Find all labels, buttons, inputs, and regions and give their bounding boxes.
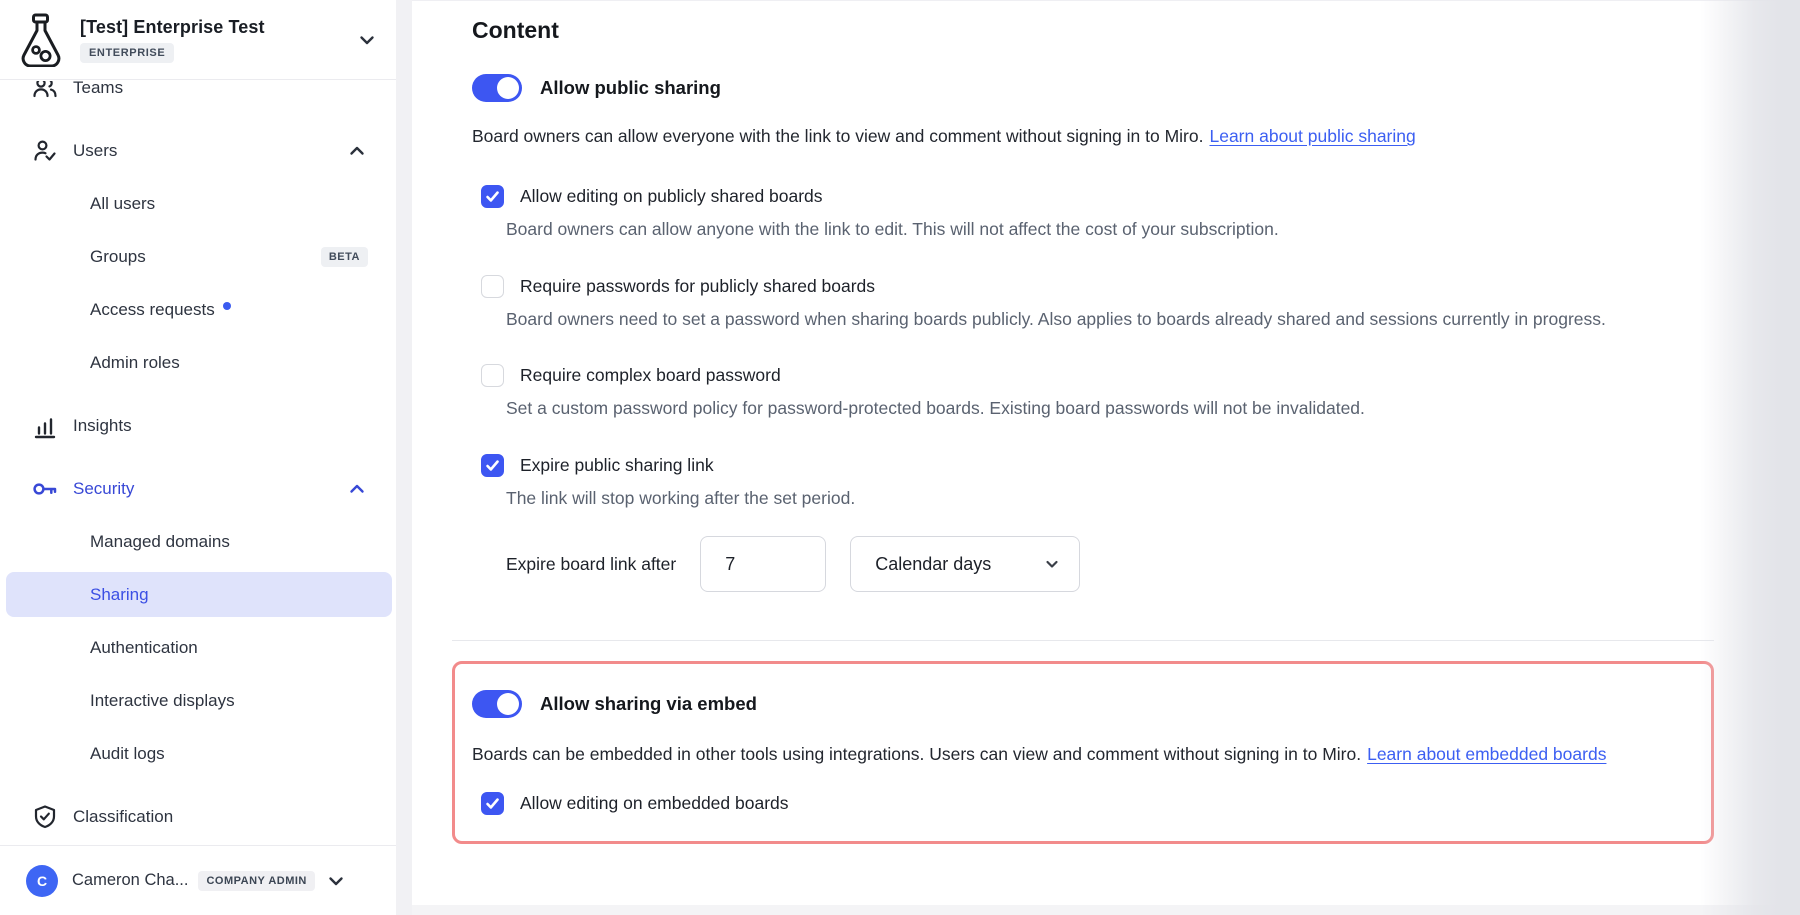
expire-value-input[interactable] [700, 536, 826, 592]
allow-editing-embedded-checkbox[interactable] [481, 792, 504, 815]
key-icon [32, 476, 58, 502]
check-icon [485, 458, 500, 473]
learn-about-public-sharing-link[interactable]: Learn about public sharing [1209, 126, 1415, 146]
toggle-knob [497, 77, 519, 99]
sidebar-nav: Teams Users All users Groups BETA Access… [0, 81, 396, 845]
learn-about-embedded-boards-link[interactable]: Learn about embedded boards [1367, 744, 1606, 764]
sidebar-item-authentication[interactable]: Authentication [0, 621, 396, 674]
org-name: [Test] Enterprise Test [80, 17, 356, 38]
teams-icon [32, 81, 58, 101]
bar-chart-icon [32, 413, 58, 439]
sidebar-item-admin-roles[interactable]: Admin roles [0, 336, 396, 389]
require-complex-password-checkbox[interactable] [481, 364, 504, 387]
expire-board-link-label: Expire board link after [506, 554, 676, 575]
chevron-down-icon[interactable] [325, 870, 347, 892]
sidebar-item-users[interactable]: Users [0, 124, 396, 177]
sidebar-item-groups[interactable]: Groups BETA [0, 230, 396, 283]
embed-description: Boards can be embedded in other tools us… [472, 742, 1691, 767]
embed-sharing-highlight-box: Allow sharing via embed Boards can be em… [452, 661, 1714, 843]
toggle-knob [497, 693, 519, 715]
sidebar-item-classification[interactable]: Classification [0, 790, 396, 843]
chevron-down-icon[interactable] [356, 29, 378, 51]
allow-public-sharing-toggle[interactable] [472, 74, 522, 102]
plan-badge: ENTERPRISE [80, 43, 174, 63]
option-allow-editing-public: Allow editing on publicly shared boards … [472, 185, 1800, 242]
user-menu[interactable]: C Cameron Cha... COMPANY ADMIN [0, 845, 396, 915]
option-expire-link: Expire public sharing link The link will… [472, 454, 1800, 593]
allow-embed-label: Allow sharing via embed [540, 693, 757, 715]
page-title: Content [472, 17, 1800, 44]
avatar: C [26, 865, 58, 897]
org-switcher[interactable]: [Test] Enterprise Test ENTERPRISE [0, 0, 396, 80]
beta-badge: BETA [321, 247, 368, 267]
sidebar-item-interactive-displays[interactable]: Interactive displays [0, 674, 396, 727]
option-require-complex-password: Require complex board password Set a cus… [472, 364, 1800, 421]
chevron-down-icon [1043, 555, 1061, 573]
sidebar-item-access-requests[interactable]: Access requests [0, 283, 396, 336]
allow-embed-toggle[interactable] [472, 690, 522, 718]
notification-dot [223, 302, 231, 310]
sidebar-item-insights[interactable]: Insights [0, 399, 396, 452]
next-section-edge [412, 905, 1800, 915]
sidebar-item-security[interactable]: Security [0, 462, 396, 515]
sidebar-item-managed-domains[interactable]: Managed domains [0, 515, 396, 568]
check-icon [485, 189, 500, 204]
require-passwords-checkbox[interactable] [481, 275, 504, 298]
user-check-icon [32, 138, 58, 164]
option-require-passwords: Require passwords for publicly shared bo… [472, 275, 1800, 332]
expire-unit-select[interactable]: Calendar days [850, 536, 1080, 592]
user-name: Cameron Cha... [72, 871, 188, 890]
option-allow-editing-embedded: Allow editing on embedded boards [472, 792, 1691, 815]
chevron-up-icon[interactable] [346, 140, 368, 162]
public-sharing-description: Board owners can allow everyone with the… [472, 124, 1800, 149]
flask-logo-icon [16, 13, 66, 67]
chevron-up-icon[interactable] [346, 478, 368, 500]
sidebar-item-audit-logs[interactable]: Audit logs [0, 727, 396, 780]
allow-public-sharing-label: Allow public sharing [540, 77, 721, 99]
sidebar-item-all-users[interactable]: All users [0, 177, 396, 230]
section-divider [452, 640, 1714, 641]
shield-check-icon [32, 804, 58, 830]
expire-link-checkbox[interactable] [481, 454, 504, 477]
sidebar: [Test] Enterprise Test ENTERPRISE Teams … [0, 0, 396, 915]
sidebar-item-sharing[interactable]: Sharing [6, 572, 392, 617]
check-icon [485, 796, 500, 811]
allow-editing-public-checkbox[interactable] [481, 185, 504, 208]
sidebar-item-teams[interactable]: Teams [0, 81, 396, 114]
main-content: Content Allow public sharing Board owner… [412, 0, 1800, 915]
role-badge: COMPANY ADMIN [198, 871, 314, 891]
sidebar-content-gutter [396, 0, 412, 915]
